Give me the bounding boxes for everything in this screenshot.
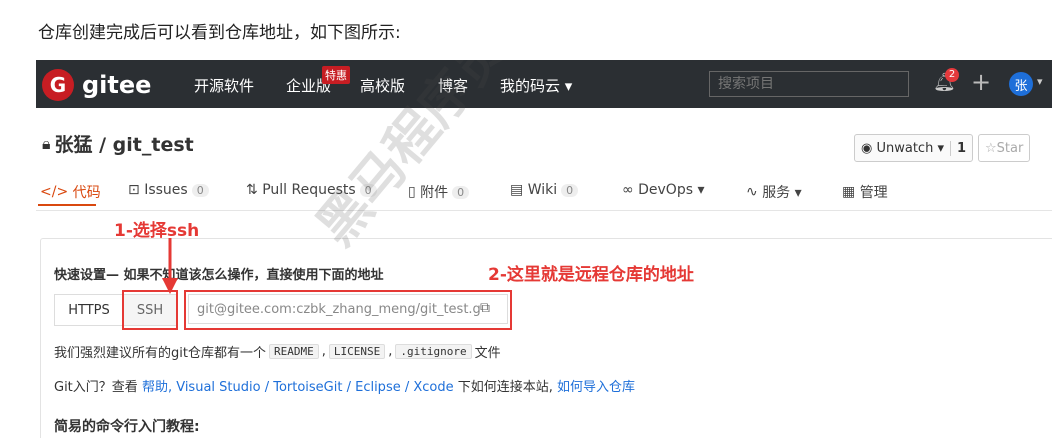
tab-label: 服务 ▾ (762, 185, 802, 201)
arrow-down-icon (162, 238, 178, 294)
tab-issues[interactable]: ⊡ Issues 0 (128, 182, 209, 198)
tab-attachments[interactable]: ▯ 附件 0 (408, 182, 470, 202)
tab-count: 0 (452, 185, 470, 199)
eye-icon: ◉ (861, 140, 877, 156)
tab-label: Issues (144, 182, 188, 198)
watch-count: 1 (949, 140, 972, 156)
help-link[interactable]: 帮助 (142, 380, 168, 395)
avatar[interactable]: 张 (1009, 72, 1033, 96)
watch-label: Unwatch ▾ (876, 140, 944, 156)
tab-label: 代码 (72, 185, 101, 201)
notification-badge: 2 (945, 68, 959, 82)
star-button[interactable]: ☆ Star (978, 134, 1031, 162)
gitignore-link[interactable]: .gitignore (395, 344, 472, 359)
tab-wiki[interactable]: ▤ Wiki 0 (510, 182, 579, 198)
nav-open-source[interactable]: 开源软件 (194, 75, 254, 96)
readme-link[interactable]: README (268, 344, 319, 359)
tab-label: Wiki (527, 182, 558, 198)
tab-label: 附件 (420, 185, 449, 201)
plus-icon[interactable]: + (971, 68, 991, 96)
annotation-step1: 1-选择ssh (114, 221, 200, 241)
active-tab-indicator (38, 204, 96, 206)
help-prefix: Git入门？查看 (54, 380, 138, 395)
search-input[interactable] (709, 71, 909, 97)
tab-services[interactable]: ∿ 服务 ▾ (746, 182, 802, 202)
tab-count: 0 (191, 183, 209, 197)
help-mid: 下如何连接本站, (457, 380, 553, 395)
suggest-suffix: 文件 (474, 346, 501, 361)
annotation-step2: 2-这里就是远程仓库的地址 (488, 265, 694, 285)
star-label: Star (996, 140, 1024, 156)
tab-devops[interactable]: ∞ DevOps ▾ (622, 182, 704, 198)
settings-icon: ▦ (842, 184, 860, 200)
infinity-icon: ∞ (622, 182, 639, 198)
import-link[interactable]: 如何导入仓库 (557, 380, 635, 395)
gitee-screenshot: G gitee 开源软件 企业版 特惠 高校版 博客 我的码云 ▾ 🔔︎ 2 +… (36, 60, 1052, 438)
help-line: Git入门？查看 帮助, Visual Studio / TortoiseGit… (54, 376, 635, 395)
gitee-logo[interactable]: G gitee (42, 69, 151, 101)
logo-text: gitee (82, 71, 152, 99)
tab-manage[interactable]: ▦ 管理 (842, 182, 888, 202)
tab-code[interactable]: </> 代码 (40, 182, 101, 202)
watch-button[interactable]: ◉ Unwatch ▾ 1 (854, 134, 974, 162)
https-button[interactable]: HTTPS (54, 294, 124, 326)
chevron-down-icon[interactable]: ▾ (1037, 75, 1043, 88)
suggest-prefix: 我们强烈建议所有的git仓库都有一个 (54, 346, 266, 361)
tab-count: 0 (561, 183, 579, 197)
pulse-icon: ∿ (746, 184, 763, 200)
license-link[interactable]: LICENSE (328, 344, 386, 359)
simple-tutorial-title: 简易的命令行入门教程: (54, 419, 200, 435)
readme-suggestion: 我们强烈建议所有的git仓库都有一个 README, LICENSE, .git… (54, 344, 501, 361)
wiki-icon: ▤ (510, 182, 528, 198)
tab-label: 管理 (859, 185, 888, 201)
tab-label: DevOps ▾ (638, 182, 705, 198)
intro-text: 仓库创建完成后可以看到仓库地址，如下图所示: (38, 23, 401, 43)
pull-request-icon: ⇅ (246, 182, 263, 198)
issues-icon: ⊡ (128, 182, 145, 198)
code-icon: </> (40, 184, 73, 200)
lock-icon: 🔒︎ (42, 133, 51, 153)
repo-title: 🔒︎ 张猛 / git_test (42, 130, 194, 157)
promo-tag: 特惠 (322, 66, 350, 84)
nav-my-gitee[interactable]: 我的码云 ▾ (500, 75, 572, 96)
repo-tabs: </> 代码 ⊡ Issues 0 ⇅ Pull Requests 0 ▯ 附件 0 … (36, 172, 1052, 211)
tools-links[interactable]: , Visual Studio / TortoiseGit / Eclipse … (168, 380, 454, 395)
star-icon: ☆ (985, 140, 997, 156)
repo-name[interactable]: 张猛 / git_test (55, 130, 194, 157)
top-nav: G gitee 开源软件 企业版 特惠 高校版 博客 我的码云 ▾ 🔔︎ 2 +… (36, 60, 1052, 108)
quick-setup-title: 快速设置— 如果不知道该怎么操作，直接使用下面的地址 (54, 268, 384, 283)
url-highlight-box (184, 290, 512, 330)
logo-icon: G (42, 69, 74, 101)
ssh-highlight-box (122, 290, 178, 330)
